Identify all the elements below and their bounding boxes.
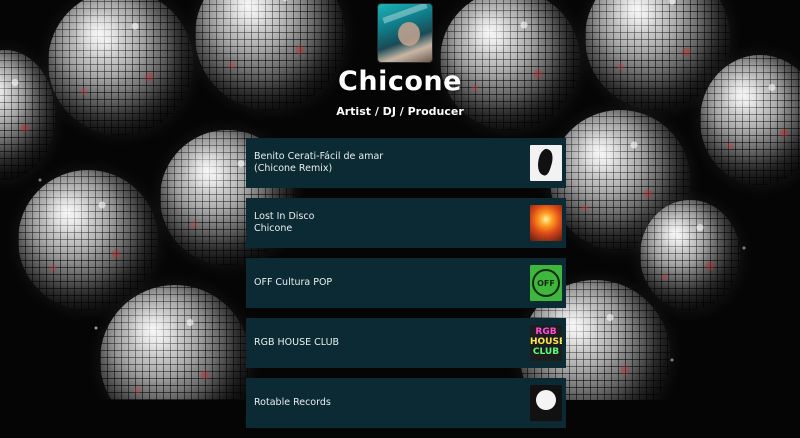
avatar[interactable]	[378, 4, 432, 62]
link-list: Benito Cerati-Fácil de amar (Chicone Rem…	[246, 138, 566, 438]
rgb-house-club-logo-icon: RGB HOUSE CLUB	[530, 325, 562, 361]
link-title: OFF Cultura POP	[254, 277, 333, 288]
link-label: Benito Cerati-Fácil de amar (Chicone Rem…	[254, 151, 522, 175]
record-logo-icon	[530, 385, 562, 421]
link-benito-cerati[interactable]: Benito Cerati-Fácil de amar (Chicone Rem…	[246, 138, 566, 188]
rgb-logo-line: CLUB	[532, 347, 560, 357]
off-logo-text: OFF	[532, 269, 560, 297]
link-off-cultura-pop[interactable]: OFF Cultura POP OFF	[246, 258, 566, 308]
link-label: Rotable Records	[254, 397, 522, 409]
off-logo-icon: OFF	[530, 265, 562, 301]
link-rotable-records[interactable]: Rotable Records	[246, 378, 566, 428]
rgb-logo-lines: RGB HOUSE CLUB	[530, 327, 562, 357]
link-subtitle: (Chicone Remix)	[254, 163, 333, 174]
rgb-logo-line: HOUSE	[530, 337, 562, 347]
link-label: RGB HOUSE CLUB	[254, 337, 522, 349]
link-lost-in-disco[interactable]: Lost In Disco Chicone	[246, 198, 566, 248]
rgb-logo-line: RGB	[535, 327, 557, 337]
link-title: Lost In Disco	[254, 211, 315, 222]
profile-tagline: Artist / DJ / Producer	[336, 105, 464, 118]
link-title: Rotable Records	[254, 397, 331, 408]
fire-cover-icon	[530, 205, 562, 241]
link-title: Benito Cerati-Fácil de amar	[254, 151, 384, 162]
link-subtitle: Chicone	[254, 223, 293, 234]
ink-splash-cover-icon	[530, 145, 562, 181]
link-label: Lost In Disco Chicone	[254, 211, 522, 235]
link-rgb-house-club[interactable]: RGB HOUSE CLUB RGB HOUSE CLUB	[246, 318, 566, 368]
link-label: OFF Cultura POP	[254, 277, 522, 289]
profile-name: Chicone	[338, 66, 462, 97]
link-title: RGB HOUSE CLUB	[254, 337, 340, 348]
